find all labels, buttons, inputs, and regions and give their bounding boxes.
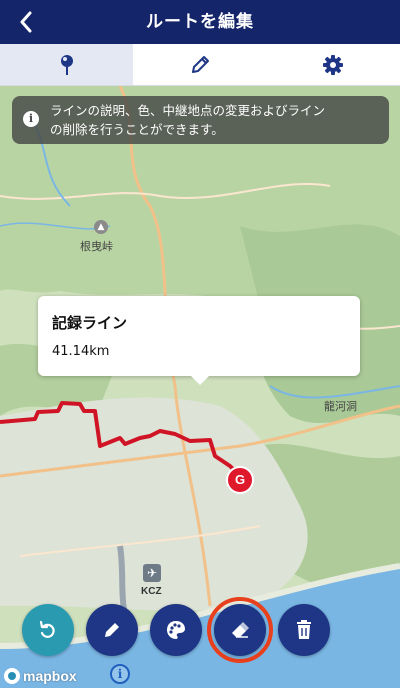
tab-pencil[interactable] [133,44,266,85]
airport-label: KCZ [141,586,162,597]
gear-icon [323,54,344,75]
pencil-icon [105,623,119,637]
eraser-button[interactable] [214,604,266,656]
edit-line-button[interactable] [86,604,138,656]
info-text-line1: ラインの説明、色、中継地点の変更およびライン [50,103,326,118]
route-name: 記録ライン [52,314,128,332]
eraser-icon [232,622,249,638]
airport-icon: ✈ [143,564,161,582]
peak-icon: ▲ [94,220,108,234]
info-banner: i ラインの説明、色、中継地点の変更およびライン の削除を行うことができます。 [12,96,389,144]
mapbox-logo-text: mapbox [23,668,77,684]
info-icon: i [23,111,39,127]
color-button[interactable] [150,604,202,656]
route-distance: 41.14km [52,344,110,359]
tab-bar [0,44,400,86]
popup-pointer [190,375,210,385]
info-text-line2: の削除を行うことができます。 [50,122,224,137]
app-header: ルートを編集 [0,0,400,44]
delete-button[interactable] [278,604,330,656]
tab-pin[interactable] [0,44,134,85]
map-label-cave: 龍河洞 [324,400,357,413]
map-view[interactable]: i ラインの説明、色、中継地点の変更およびライン の削除を行うことができます。 … [0,86,400,688]
undo-button[interactable] [22,604,74,656]
tab-settings[interactable] [267,44,400,85]
pencil-icon [191,55,209,73]
goal-marker[interactable]: G [226,466,254,494]
trash-icon [297,620,311,639]
palette-icon [167,621,185,639]
pin-icon [60,54,73,75]
map-label-peak: 根曳峠 [80,240,113,253]
mapbox-logo[interactable]: mapbox [4,668,77,684]
map-background [0,86,400,688]
page-title: ルートを編集 [146,12,254,32]
undo-icon [39,620,55,638]
attribution-info-button[interactable]: i [110,664,130,684]
mapbox-logo-icon [4,668,20,684]
route-popup[interactable]: 記録ライン 41.14km [38,296,360,385]
